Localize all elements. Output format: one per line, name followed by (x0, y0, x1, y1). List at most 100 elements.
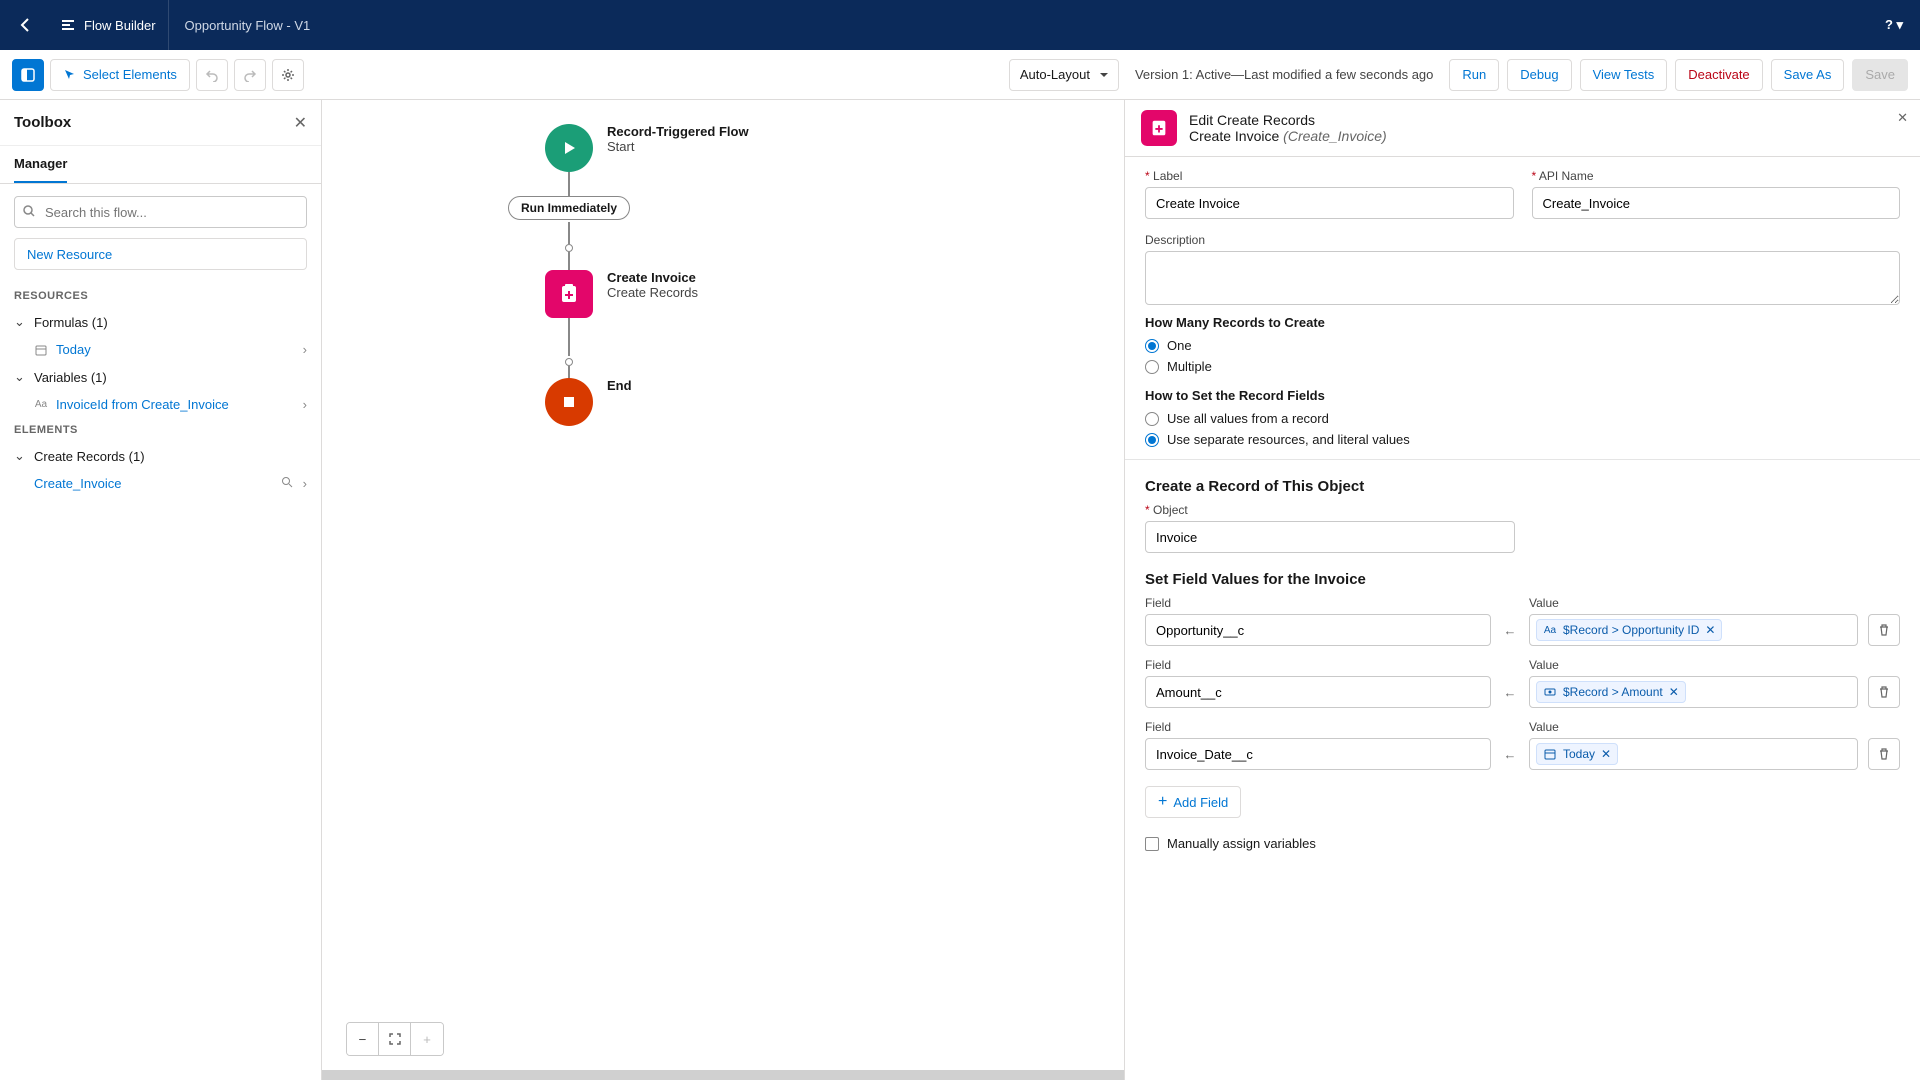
tree-formulas-label: Formulas (1) (34, 315, 307, 330)
radio-label: Use separate resources, and literal valu… (1167, 432, 1410, 447)
elements-header: ELEMENTS (0, 418, 321, 442)
radio-use-all[interactable]: Use all values from a record (1145, 411, 1900, 426)
horizontal-scrollbar[interactable] (322, 1070, 1124, 1080)
text-var-icon: Aa (34, 398, 48, 412)
element-type-icon (1141, 110, 1177, 146)
flow-name: Opportunity Flow - V1 (169, 18, 327, 33)
end-shape (545, 378, 593, 426)
zoom-out-button[interactable]: − (347, 1023, 379, 1055)
value-input[interactable]: Aa $Record > Opportunity ID ✕ (1529, 614, 1858, 646)
run-immediately-pill[interactable]: Run Immediately (508, 196, 630, 220)
value-input[interactable]: Today ✕ (1529, 738, 1858, 770)
help-button[interactable]: ? ▾ (1880, 11, 1908, 39)
value-token[interactable]: Today ✕ (1536, 743, 1618, 765)
token-remove-icon[interactable]: ✕ (1705, 623, 1715, 637)
radio-one[interactable]: One (1145, 338, 1900, 353)
delete-row-button[interactable] (1868, 738, 1900, 770)
save-button: Save (1852, 59, 1908, 91)
toolbox-close-button[interactable]: ✕ (294, 113, 307, 133)
tree-item-today[interactable]: Today › (0, 336, 321, 363)
new-resource-button[interactable]: New Resource (14, 238, 307, 270)
field-value-row: Field ← Value Today ✕ (1145, 720, 1900, 770)
trash-icon (1877, 747, 1891, 761)
value-token[interactable]: $Record > Amount ✕ (1536, 681, 1686, 703)
set-fields-header: Set Field Values for the Invoice (1145, 571, 1900, 588)
locate-icon[interactable] (281, 476, 293, 491)
back-button[interactable] (12, 11, 40, 39)
value-input[interactable]: $Record > Amount ✕ (1529, 676, 1858, 708)
back-arrow-icon (18, 17, 34, 33)
tree-create-records[interactable]: ⌄ Create Records (1) (0, 442, 321, 470)
layout-select[interactable]: Auto-Layout (1009, 59, 1119, 91)
flow-builder-icon (60, 17, 76, 33)
field-input[interactable] (1145, 676, 1491, 708)
toolbox-title: Toolbox (14, 114, 71, 131)
field-input[interactable] (1145, 614, 1491, 646)
token-remove-icon[interactable]: ✕ (1669, 685, 1679, 699)
toggle-toolbox-button[interactable] (12, 59, 44, 91)
tree-variables[interactable]: ⌄ Variables (1) (0, 363, 321, 391)
delete-row-button[interactable] (1868, 614, 1900, 646)
add-element-dot[interactable] (565, 358, 573, 366)
node-title: End (607, 378, 632, 393)
panel-sub-api: (Create_Invoice) (1283, 128, 1387, 144)
settings-button[interactable] (272, 59, 304, 91)
label-input[interactable] (1145, 187, 1514, 219)
zoom-in-button[interactable]: + (411, 1023, 443, 1055)
arrow-left-icon: ← (1501, 738, 1519, 770)
chevron-right-icon: › (303, 476, 307, 491)
delete-row-button[interactable] (1868, 676, 1900, 708)
redo-button[interactable] (234, 59, 266, 91)
tree-item-label: Create_Invoice (34, 476, 273, 491)
field-input[interactable] (1145, 738, 1491, 770)
chevron-down-icon: ⌄ (14, 314, 26, 330)
fit-icon (388, 1032, 402, 1046)
radio-use-separate[interactable]: Use separate resources, and literal valu… (1145, 432, 1900, 447)
value-token[interactable]: Aa $Record > Opportunity ID ✕ (1536, 619, 1722, 641)
trash-icon (1877, 623, 1891, 637)
tree-item-invoiceid[interactable]: Aa InvoiceId from Create_Invoice › (0, 391, 321, 418)
description-input[interactable] (1145, 251, 1900, 305)
flow-canvas[interactable]: Record-Triggered Flow Start Run Immediat… (322, 100, 1124, 1080)
node-end[interactable]: End (545, 378, 632, 426)
add-element-dot[interactable] (565, 244, 573, 252)
radio-icon (1145, 433, 1159, 447)
action-bar: Select Elements Auto-Layout Version 1: A… (0, 50, 1920, 100)
tab-manager[interactable]: Manager (14, 156, 67, 183)
run-button[interactable]: Run (1449, 59, 1499, 91)
start-shape (545, 124, 593, 172)
undo-button[interactable] (196, 59, 228, 91)
token-remove-icon[interactable]: ✕ (1601, 747, 1611, 761)
add-field-button[interactable]: + Add Field (1145, 786, 1241, 818)
deactivate-button[interactable]: Deactivate (1675, 59, 1762, 91)
apiname-field-label: API Name (1532, 169, 1901, 183)
field-value-row: Field ← Value $Record > Amount ✕ (1145, 658, 1900, 708)
object-input[interactable] (1145, 521, 1515, 553)
node-start[interactable]: Record-Triggered Flow Start (545, 124, 749, 172)
save-as-button[interactable]: Save As (1771, 59, 1845, 91)
stop-icon (560, 393, 578, 411)
tree-formulas[interactable]: ⌄ Formulas (1) (0, 308, 321, 336)
add-field-label: Add Field (1173, 795, 1228, 810)
apiname-input[interactable] (1532, 187, 1901, 219)
tree-item-create-invoice[interactable]: Create_Invoice › (0, 470, 321, 497)
plus-icon: + (1158, 795, 1167, 809)
radio-multiple[interactable]: Multiple (1145, 359, 1900, 374)
token-type-icon (1543, 747, 1557, 761)
field-label: Field (1145, 596, 1491, 610)
debug-button[interactable]: Debug (1507, 59, 1571, 91)
gear-icon (281, 68, 295, 82)
field-label: Field (1145, 658, 1491, 672)
toolbox-panel: Toolbox ✕ Manager New Resource RESOURCES… (0, 100, 322, 1080)
zoom-fit-button[interactable] (379, 1023, 411, 1055)
search-input[interactable] (14, 196, 307, 228)
select-elements-button[interactable]: Select Elements (50, 59, 190, 91)
panel-sub-label: Create Invoice (1189, 128, 1279, 144)
create-object-header: Create a Record of This Object (1145, 478, 1900, 495)
view-tests-button[interactable]: View Tests (1580, 59, 1668, 91)
value-label: Value (1529, 658, 1858, 672)
value-label: Value (1529, 596, 1858, 610)
node-create-invoice[interactable]: Create Invoice Create Records (545, 270, 698, 318)
manual-assign-checkbox[interactable]: Manually assign variables (1145, 836, 1900, 851)
panel-close-button[interactable]: ✕ (1897, 110, 1908, 126)
